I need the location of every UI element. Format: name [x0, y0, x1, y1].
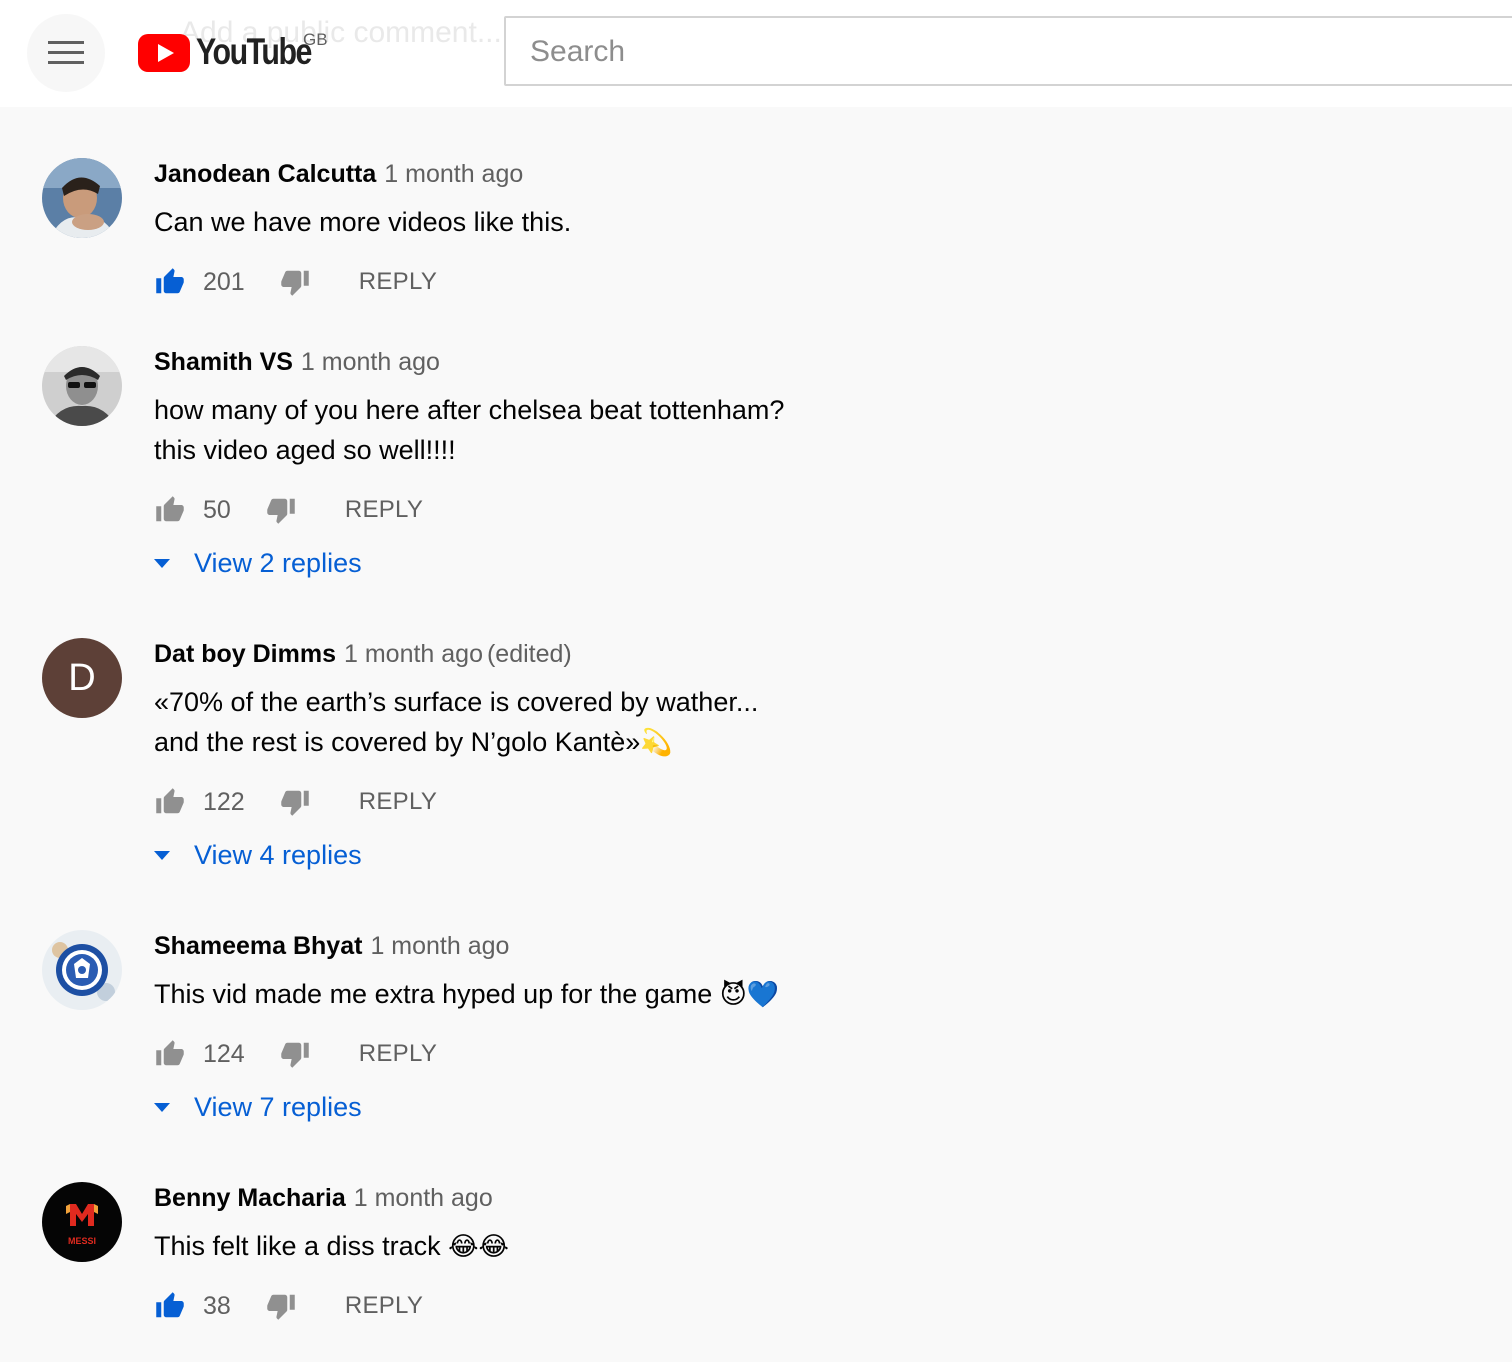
comment-line: This felt like a diss track 😂😂: [154, 1226, 509, 1267]
comment-time[interactable]: 1 month ago: [344, 640, 483, 668]
caret-down-icon: [154, 558, 170, 568]
thumbs-down-icon: [280, 270, 309, 296]
comment-line: Can we have more videos like this.: [154, 207, 572, 237]
comment-action-bar: 124 REPLY: [154, 1034, 437, 1074]
thumbs-up-icon: [156, 268, 184, 294]
reply-button[interactable]: REPLY: [345, 496, 423, 524]
dislike-button[interactable]: [279, 1039, 311, 1069]
like-count: 122: [203, 787, 245, 816]
view-replies-button[interactable]: View 2 replies: [154, 548, 362, 579]
dislike-button[interactable]: [279, 267, 311, 297]
avatar[interactable]: MESSI: [42, 1182, 122, 1262]
search-input[interactable]: [528, 18, 1512, 86]
masthead: Add a public comment... YouTube GB: [0, 0, 1512, 107]
comment-line: how many of you here after chelsea beat …: [154, 395, 785, 425]
like-count: 50: [203, 495, 231, 524]
edited-label: (edited): [486, 640, 572, 668]
thumbs-up-icon: [156, 1292, 184, 1318]
comment-author[interactable]: Shameema Bhyat: [154, 932, 362, 960]
thumbs-up-icon: [156, 496, 184, 522]
like-count: 201: [203, 267, 245, 296]
thumbs-down-icon: [280, 790, 309, 816]
dislike-button[interactable]: [265, 1291, 297, 1321]
avatar[interactable]: [42, 930, 122, 1010]
like-button[interactable]: [154, 787, 186, 817]
comment-text: This vid made me extra hyped up for the …: [154, 974, 779, 1015]
like-count: 38: [203, 1291, 231, 1320]
comment-line-text: This felt like a diss track: [154, 1231, 449, 1261]
comment-time[interactable]: 1 month ago: [354, 1184, 493, 1212]
thumbs-down-icon: [267, 498, 295, 524]
comment-text: This felt like a diss track 😂😂: [154, 1226, 509, 1267]
reply-button[interactable]: REPLY: [359, 1040, 437, 1068]
region-code: GB: [303, 30, 328, 49]
devil-heart-emoji: 😈💙: [719, 980, 780, 1010]
avatar-image: [42, 346, 122, 426]
laughing-emoji: 😂😂: [448, 1232, 509, 1262]
comment-action-bar: 201 REPLY: [154, 262, 437, 302]
youtube-play-icon: [138, 34, 190, 72]
dislike-button[interactable]: [279, 787, 311, 817]
avatar[interactable]: [42, 158, 122, 238]
reply-button[interactable]: REPLY: [359, 268, 437, 296]
messi-logo-avatar: MESSI: [42, 1182, 122, 1262]
comment-author[interactable]: Dat boy Dimms: [154, 640, 336, 668]
avatar-image: [42, 158, 122, 238]
comment-text: «70% of the earth’s surface is covered b…: [154, 682, 758, 763]
thumbs-down-icon: [267, 1294, 295, 1320]
avatar[interactable]: D: [42, 638, 122, 718]
dizzy-emoji: 💫: [640, 728, 673, 758]
comment-text: Can we have more videos like this.: [154, 202, 571, 242]
comment-action-bar: 122 REPLY: [154, 782, 437, 822]
reply-button[interactable]: REPLY: [359, 788, 437, 816]
avatar[interactable]: [42, 346, 122, 426]
comment-line-text: This vid made me extra hyped up for the …: [154, 979, 720, 1009]
guide-menu-button[interactable]: [27, 14, 105, 92]
like-button[interactable]: [154, 495, 186, 525]
thumbs-down-icon: [280, 1042, 309, 1068]
thumbs-up-icon: [156, 1040, 184, 1066]
comment-line: «70% of the earth’s surface is covered b…: [154, 687, 759, 717]
comment-line: this video aged so well!!!!: [154, 435, 456, 465]
view-replies-button[interactable]: View 4 replies: [154, 840, 362, 871]
view-replies-label: View 2 replies: [194, 548, 362, 578]
dislike-button[interactable]: [265, 495, 297, 525]
comment-time[interactable]: 1 month ago: [301, 348, 440, 376]
reply-button[interactable]: REPLY: [345, 1292, 423, 1320]
like-button[interactable]: [154, 1291, 186, 1321]
thumbs-up-icon: [156, 788, 184, 814]
logo-wordmark: YouTube: [196, 31, 312, 72]
caret-down-icon: [154, 1102, 170, 1112]
chelsea-crest-avatar: [42, 930, 122, 1010]
comment-time[interactable]: 1 month ago: [370, 932, 509, 960]
caret-down-icon: [154, 850, 170, 860]
view-replies-label: View 4 replies: [194, 840, 362, 870]
comment-line: This vid made me extra hyped up for the …: [154, 974, 779, 1015]
comment-line: and the rest is covered by N’golo Kantè»…: [154, 722, 758, 763]
like-button[interactable]: [154, 267, 186, 297]
comment-author[interactable]: Shamith VS: [154, 348, 293, 376]
comment-time[interactable]: 1 month ago: [384, 160, 523, 188]
comment-text: how many of you here after chelsea beat …: [154, 390, 784, 470]
comment-line-text: and the rest is covered by N’golo Kantè»: [154, 727, 641, 757]
like-count: 124: [203, 1039, 245, 1068]
view-replies-button[interactable]: View 7 replies: [154, 1092, 362, 1123]
view-replies-label: View 7 replies: [194, 1092, 362, 1122]
comment-author[interactable]: Benny Macharia: [154, 1184, 346, 1212]
like-button[interactable]: [154, 1039, 186, 1069]
comment-action-bar: 38 REPLY: [154, 1286, 423, 1326]
comment-author[interactable]: Janodean Calcutta: [154, 160, 376, 188]
comment-action-bar: 50 REPLY: [154, 490, 423, 530]
hamburger-menu-icon: [48, 41, 84, 64]
search-box[interactable]: [504, 16, 1512, 86]
avatar-logo-text: MESSI: [68, 1236, 96, 1246]
avatar-letter: D: [68, 656, 96, 699]
